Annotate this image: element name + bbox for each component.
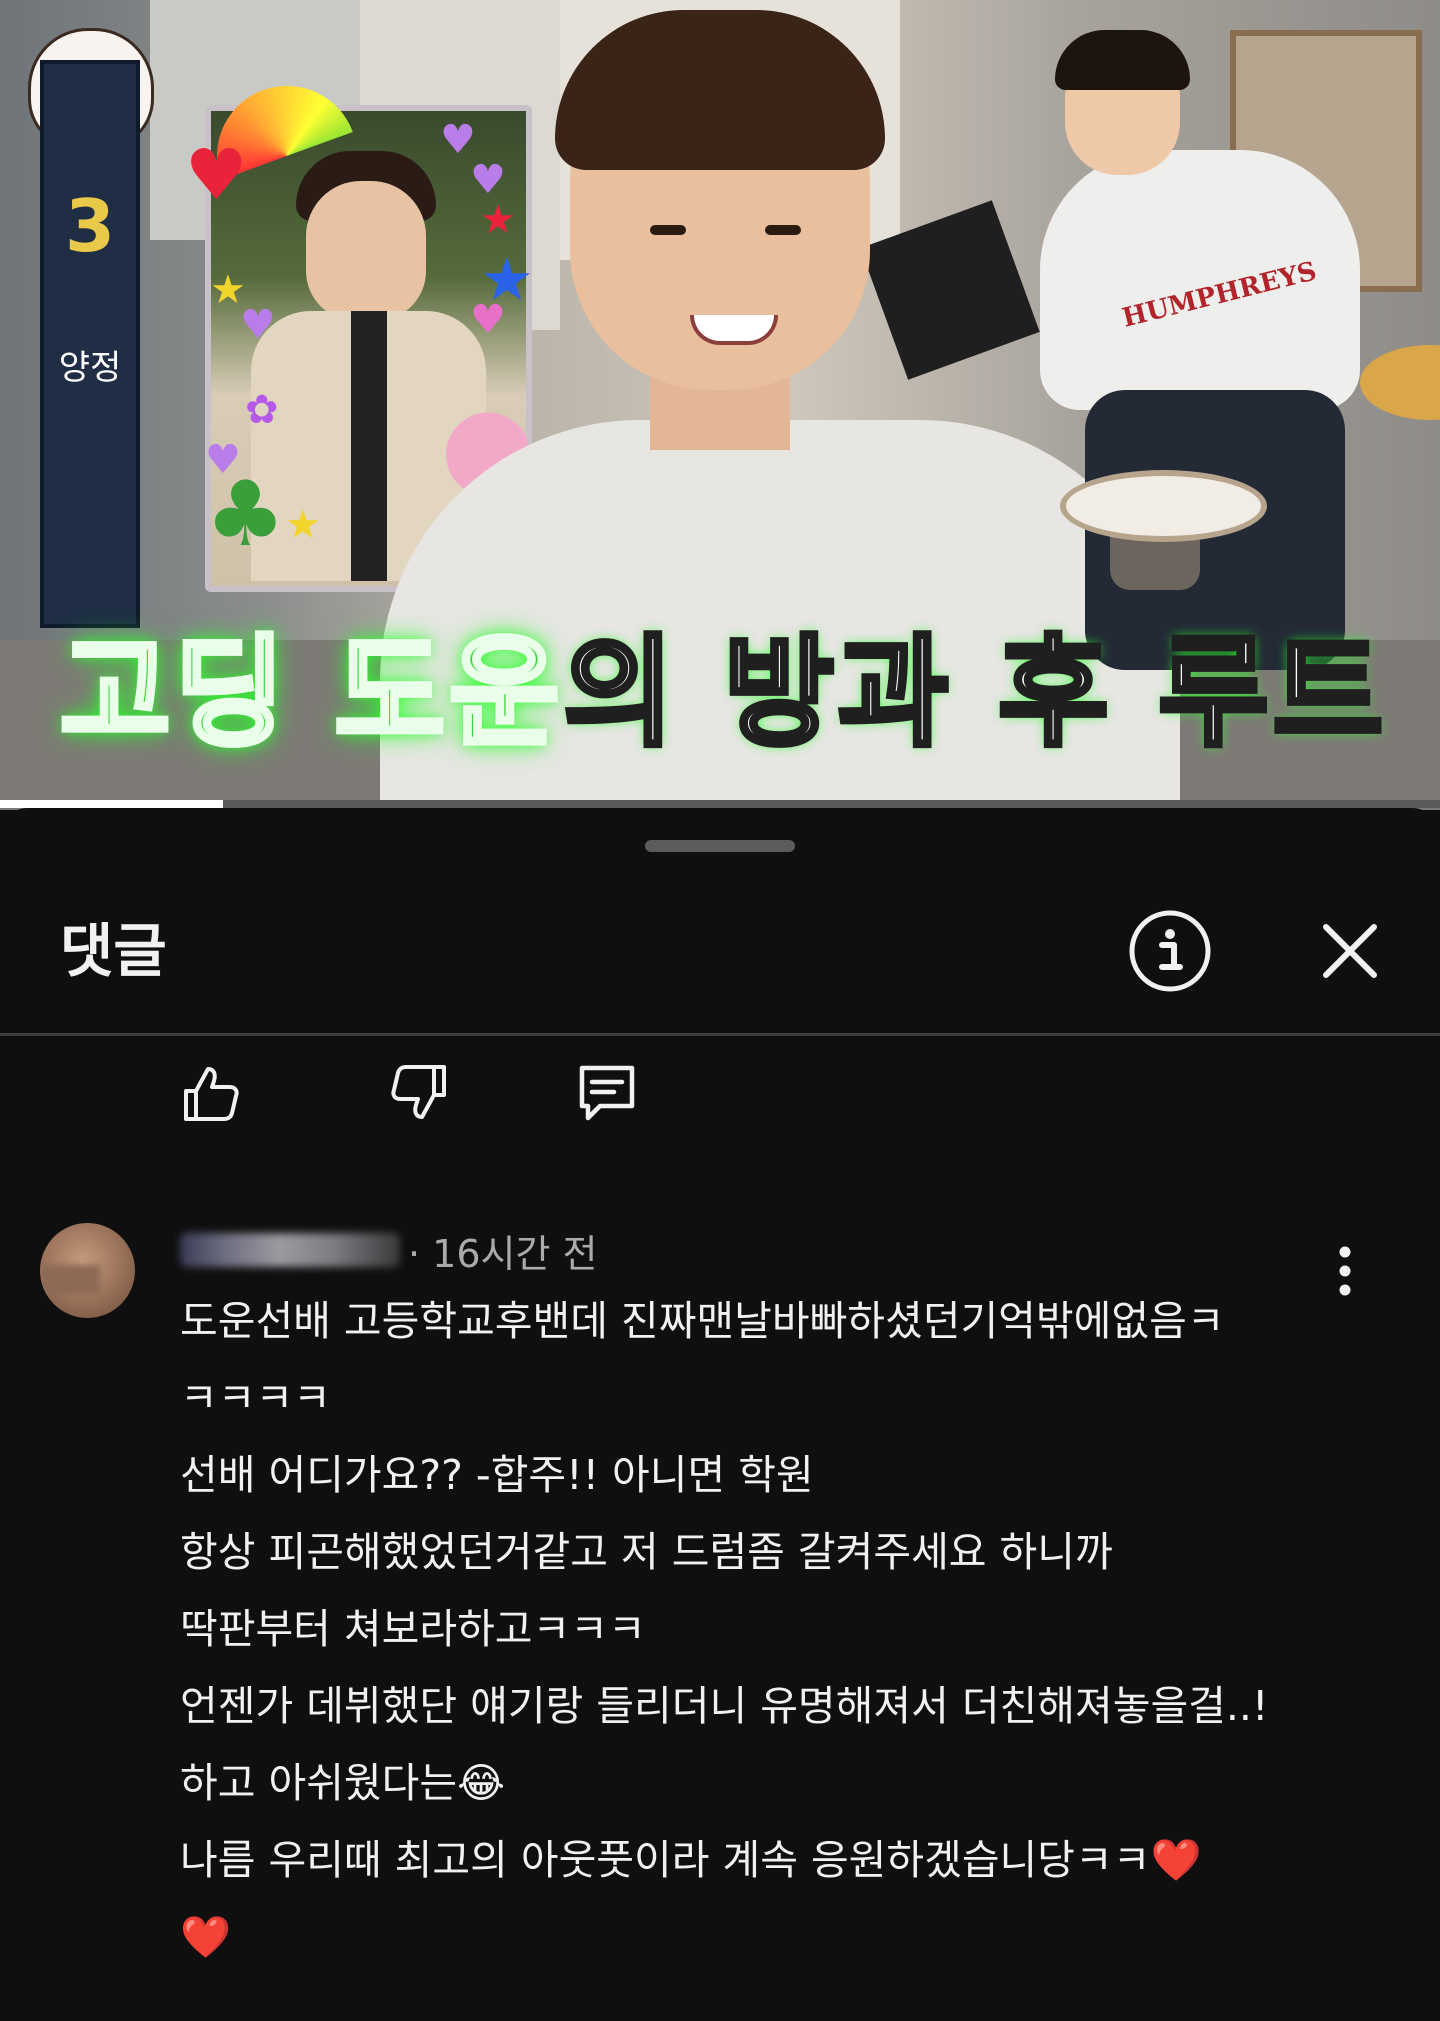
sign-number: 3 — [64, 184, 116, 268]
main-person-eye — [650, 225, 686, 235]
heart-sticker: ♥ — [240, 302, 276, 348]
star-sticker: ★ — [285, 502, 321, 548]
comment-line: 도운선배 고등학교후밴데 진짜맨날바빠하셨던기억밖에없음ㅋ — [180, 1297, 1225, 1345]
comment-line: 언젠가 데뷔했단 얘기랑 들리더니 유명해져서 더친해져놓을걸..! — [180, 1682, 1269, 1730]
reply-icon[interactable] — [567, 1053, 647, 1133]
comment-line: 하고 아쉬웠다는😂 — [180, 1759, 505, 1807]
comment-line: 나름 우리때 최고의 아웃풋이라 계속 응원하겠습니당ㅋㅋ❤️ — [180, 1836, 1202, 1884]
main-person-eye — [765, 225, 801, 235]
video-progress-fill — [0, 800, 224, 808]
comment-line: ❤️ — [180, 1913, 232, 1961]
card-shirt — [351, 311, 387, 581]
heart-sticker: ♥ — [185, 134, 248, 216]
drum-cymbal — [1360, 345, 1440, 420]
comment-line: ㅋㅋㅋㅋ — [180, 1374, 331, 1422]
comment-line: 항상 피곤해했었던거같고 저 드럼좀 갈켜주세요 하니까 — [180, 1528, 1113, 1576]
video-player[interactable]: 3 양정 ♥ ♥ ♥ ★ ★ ♥ ★ ♥ ✿ ♥ ♣ ★ ● HUMPHREYS… — [0, 0, 1440, 810]
video-caption: 고딩 도운의 방과 후 루트 — [57, 595, 1385, 769]
info-icon[interactable] — [1125, 906, 1215, 996]
sheet-divider — [0, 1033, 1440, 1036]
subway-sign: 3 양정 — [40, 60, 140, 628]
comment-text: 도운선배 고등학교후밴데 진짜맨날바빠하셨던기억밖에없음ㅋ ㅋㅋㅋㅋ 선배 어디… — [180, 1283, 1360, 1976]
snare-drum — [1060, 470, 1267, 542]
heart-sticker: ♥ — [470, 297, 506, 343]
comment-timestamp: · 16시간 전 — [408, 1231, 598, 1276]
comment-meta: · 16시간 전 — [180, 1226, 597, 1276]
thumbs-down-icon[interactable] — [380, 1053, 460, 1133]
commenter-avatar[interactable] — [40, 1223, 135, 1318]
comments-sheet: 댓글 · 16시간 전 도운선배 고등학교후밴데 진짜맨날바빠하셨던기억밖에없음… — [0, 808, 1440, 2021]
card-face — [306, 181, 426, 321]
comment-line: 선배 어디가요?? -합주!! 아니면 학원 — [180, 1451, 814, 1499]
butterfly-sticker: ✿ — [245, 387, 279, 433]
video-progress-bar[interactable] — [0, 800, 1440, 808]
sheet-title: 댓글 — [60, 917, 167, 985]
avatar-blur — [40, 1265, 100, 1295]
clover-sticker: ♣ — [205, 462, 286, 567]
redacted-username[interactable] — [180, 1233, 400, 1267]
sign-station-name: 양정 — [58, 348, 122, 388]
heart-sticker: ♥ — [440, 117, 476, 163]
sheet-drag-handle[interactable] — [645, 840, 795, 852]
heart-sticker: ♥ — [470, 157, 506, 203]
thumbs-up-icon[interactable] — [170, 1053, 250, 1133]
caption-highlight: 고딩 도운 — [57, 622, 564, 766]
caption-rest: 의 방과 후 루트 — [561, 622, 1388, 766]
drummer-hair — [1055, 30, 1190, 90]
comment-line: 딱판부터 쳐보라하고ㅋㅋㅋ — [180, 1605, 646, 1653]
star-sticker: ★ — [480, 197, 516, 243]
close-icon[interactable] — [1305, 906, 1395, 996]
